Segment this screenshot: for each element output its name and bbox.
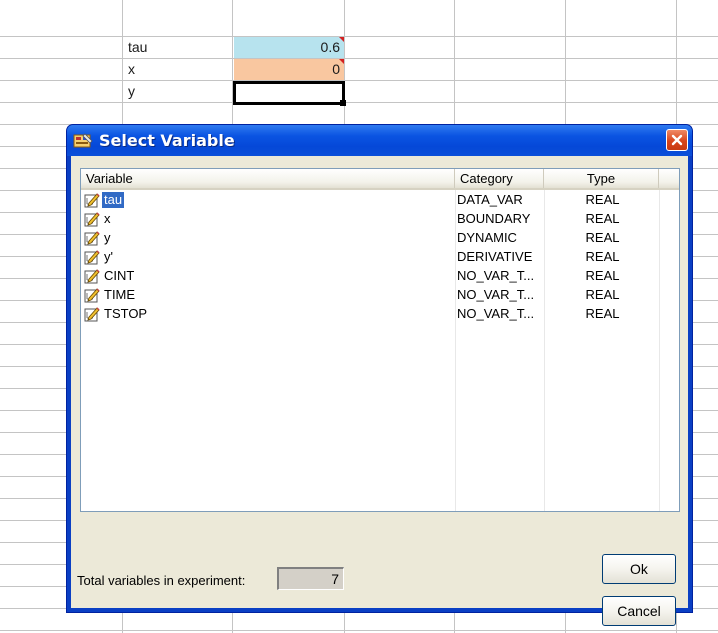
column-header-category[interactable]: Category — [455, 169, 544, 188]
variable-pencil-icon — [84, 192, 100, 208]
variable-name-cell: TSTOP — [84, 304, 149, 323]
variable-name: TSTOP — [104, 305, 148, 321]
comment-marker-icon — [339, 59, 344, 64]
variable-name: CINT — [104, 267, 135, 283]
variable-type: REAL — [585, 249, 620, 264]
cell-value-y-selected[interactable] — [233, 81, 346, 106]
close-icon — [671, 134, 683, 146]
variable-category: NO_VAR_T... — [457, 287, 535, 302]
variable-name: TIME — [104, 286, 136, 302]
cell-value-tau[interactable]: 0.6 — [234, 37, 344, 58]
variable-type: REAL — [585, 306, 620, 321]
variable-name-cell: y' — [84, 247, 115, 266]
variable-name: tau — [102, 191, 125, 208]
dialog-title: Select Variable — [99, 131, 235, 150]
variable-category: DATA_VAR — [457, 192, 523, 207]
variable-name-cell: TIME — [84, 285, 137, 304]
cell-value-x[interactable]: 0 — [234, 59, 344, 80]
variable-category: DYNAMIC — [457, 230, 517, 245]
variable-name-cell: tau — [84, 190, 125, 209]
variable-type: REAL — [585, 230, 620, 245]
list-item[interactable]: CINT NO_VAR_T... REAL — [81, 266, 679, 285]
variable-name: y — [104, 229, 111, 245]
comment-marker-icon — [339, 37, 344, 42]
column-header-variable[interactable]: Variable — [81, 169, 455, 188]
variable-type: REAL — [585, 268, 620, 283]
fill-handle[interactable] — [340, 100, 346, 106]
dialog-body: Variable Category Type tau DATA_VAR REAL x B… — [71, 156, 688, 626]
cell-name-tau[interactable]: tau — [128, 37, 232, 58]
total-variables-field: 7 — [277, 567, 344, 590]
variable-pencil-icon — [84, 306, 100, 322]
list-item[interactable]: y DYNAMIC REAL — [81, 228, 679, 247]
variable-pencil-icon — [84, 230, 100, 246]
variable-name-cell: CINT — [84, 266, 136, 285]
ok-button[interactable]: Ok — [602, 554, 676, 584]
variable-pencil-icon — [84, 268, 100, 284]
variable-type: REAL — [585, 192, 620, 207]
variable-type: REAL — [585, 211, 620, 226]
variable-name: y' — [104, 248, 113, 264]
list-item[interactable]: TIME NO_VAR_T... REAL — [81, 285, 679, 304]
variable-category: DERIVATIVE — [457, 249, 533, 264]
variable-category: NO_VAR_T... — [457, 306, 535, 321]
cancel-button[interactable]: Cancel — [602, 596, 676, 626]
variable-name-cell: x — [84, 209, 113, 228]
list-item[interactable]: x BOUNDARY REAL — [81, 209, 679, 228]
variable-pencil-icon — [84, 211, 100, 227]
list-rows: tau DATA_VAR REAL x BOUNDARY REAL y DYNAMIC REAL… — [81, 190, 679, 323]
variable-category: NO_VAR_T... — [457, 268, 535, 283]
screen: tau 0.6 x 0 y Select Variable Variable C… — [0, 0, 718, 633]
variable-list[interactable]: Variable Category Type tau DATA_VAR REAL x B… — [80, 168, 680, 512]
variable-pencil-icon — [84, 287, 100, 303]
total-variables-label: Total variables in experiment: — [77, 573, 246, 588]
column-header-type[interactable]: Type — [544, 169, 659, 188]
select-variable-dialog: Select Variable Variable Category Type t… — [66, 124, 693, 626]
variable-name: x — [104, 210, 111, 226]
select-variable-icon — [73, 132, 93, 149]
column-header-spacer — [659, 169, 679, 188]
cell-name-y[interactable]: y — [128, 81, 232, 102]
list-item[interactable]: tau DATA_VAR REAL — [81, 190, 679, 209]
variable-category: BOUNDARY — [457, 211, 531, 226]
variable-type: REAL — [585, 287, 620, 302]
cell-name-x[interactable]: x — [128, 59, 232, 80]
list-header: Variable Category Type — [81, 169, 679, 190]
close-button[interactable] — [666, 129, 688, 151]
list-item[interactable]: TSTOP NO_VAR_T... REAL — [81, 304, 679, 323]
variable-pencil-icon — [84, 249, 100, 265]
cell-value-text: 0.6 — [320, 39, 340, 55]
dialog-titlebar[interactable]: Select Variable — [67, 125, 692, 156]
list-item[interactable]: y' DERIVATIVE REAL — [81, 247, 679, 266]
variable-name-cell: y — [84, 228, 113, 247]
